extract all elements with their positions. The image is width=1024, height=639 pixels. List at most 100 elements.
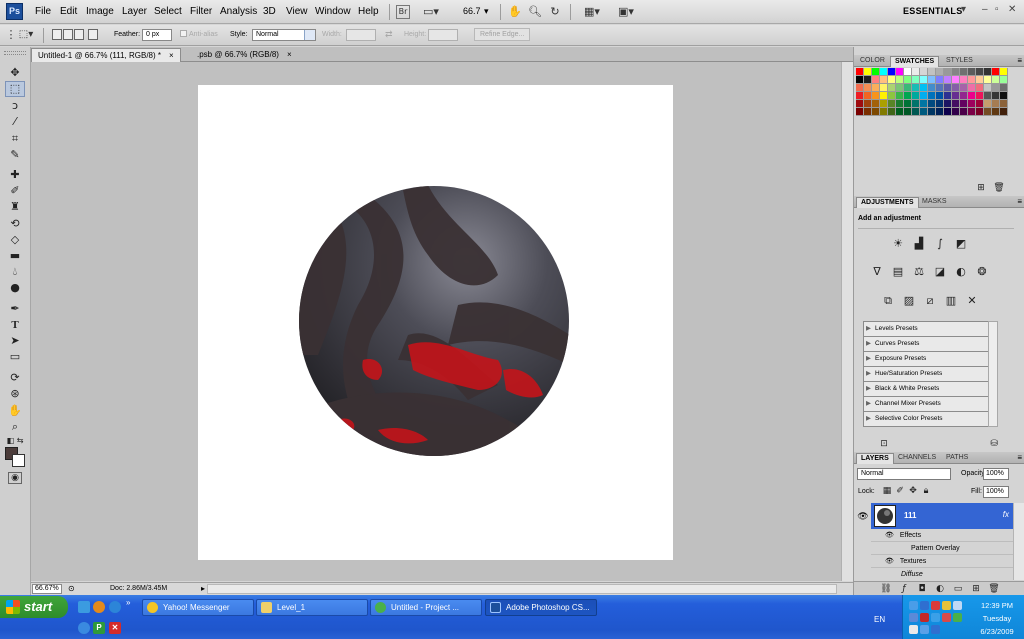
magic-wand-tool-icon[interactable]: ⁄ <box>5 114 25 130</box>
swatch-cell[interactable] <box>976 84 984 92</box>
swatch-cell[interactable] <box>936 108 944 116</box>
swatch-cell[interactable] <box>904 100 912 108</box>
swatch-cell[interactable] <box>920 68 928 76</box>
swatch-cell[interactable] <box>872 84 880 92</box>
tray-app-icon[interactable] <box>920 601 929 610</box>
new-swatch-icon[interactable]: ⊞ <box>975 182 987 194</box>
document-tab[interactable]: .psb @ 66.7% (RGB/8) × <box>191 48 298 62</box>
swatch-cell[interactable] <box>872 100 880 108</box>
opacity-input[interactable]: 100% <box>983 468 1009 480</box>
task-yahoo-messenger[interactable]: Yahoo! Messenger <box>142 599 254 616</box>
list-item[interactable]: ▶ Curves Presets <box>864 337 996 352</box>
menu-edit[interactable]: Edit <box>60 6 77 17</box>
zoom-dropdown-icon[interactable]: ▾ <box>484 6 489 17</box>
swatch-cell[interactable] <box>888 84 896 92</box>
swatch-cell[interactable] <box>984 100 992 108</box>
swatch-cell[interactable] <box>880 84 888 92</box>
swatch-cell[interactable] <box>992 100 1000 108</box>
marquee-tool-icon[interactable]: ⬚ <box>5 81 25 97</box>
swatch-cell[interactable] <box>984 84 992 92</box>
add-mask-icon[interactable]: ◘ <box>916 583 928 595</box>
menu-layer[interactable]: Layer <box>122 6 147 17</box>
blur-tool-icon[interactable]: 💧︎ <box>5 264 25 280</box>
tab-layers[interactable]: LAYERS <box>856 453 894 464</box>
swatch-cell[interactable] <box>920 76 928 84</box>
start-button[interactable]: start <box>0 596 68 618</box>
close-tab-icon[interactable]: × <box>287 50 292 59</box>
lock-all-icon[interactable]: 🔒︎ <box>920 485 932 497</box>
menu-window[interactable]: Window <box>315 6 351 17</box>
swatch-cell[interactable] <box>944 108 952 116</box>
curves-icon[interactable]: ∫ <box>932 237 948 251</box>
close-tab-icon[interactable]: × <box>169 51 174 60</box>
tab-channels[interactable]: CHANNELS <box>894 453 940 464</box>
task-photoshop[interactable]: Adobe Photoshop CS... <box>485 599 597 616</box>
swatch-cell[interactable] <box>904 92 912 100</box>
tray-update-icon[interactable] <box>909 613 918 622</box>
tray-wifi-icon[interactable] <box>920 625 929 634</box>
diffuse-row[interactable]: Diffuse <box>871 568 1013 581</box>
menu-image[interactable]: Image <box>86 6 114 17</box>
swatch-cell[interactable] <box>952 84 960 92</box>
swatch-cell[interactable] <box>944 76 952 84</box>
levels-icon[interactable]: ▟ <box>911 237 927 251</box>
swatch-cell[interactable] <box>912 108 920 116</box>
ql-app-icon[interactable]: ✕ <box>109 622 121 634</box>
swatch-cell[interactable] <box>944 84 952 92</box>
swatch-cell[interactable] <box>992 92 1000 100</box>
swatch-cell[interactable] <box>856 108 864 116</box>
swatch-cell[interactable] <box>864 68 872 76</box>
swatch-cell[interactable] <box>880 68 888 76</box>
hand-tool-icon[interactable]: ✋ <box>5 403 25 419</box>
menu-help[interactable]: Help <box>358 6 379 17</box>
swatch-cell[interactable] <box>896 108 904 116</box>
intersect-selection-icon[interactable] <box>88 29 98 40</box>
effects-visibility-icon[interactable]: 👁︎ <box>885 532 894 539</box>
ql-ie-icon[interactable] <box>109 601 121 613</box>
layer-visibility-icon[interactable]: 👁︎ <box>857 510 869 522</box>
shape-tool-icon[interactable]: ▭ <box>5 349 25 365</box>
swatch-cell[interactable] <box>856 92 864 100</box>
swatch-cell[interactable] <box>984 68 992 76</box>
new-group-icon[interactable]: ▭ <box>952 583 964 595</box>
swatch-cell[interactable] <box>928 76 936 84</box>
swatch-cell[interactable] <box>984 76 992 84</box>
swatch-cell[interactable] <box>992 84 1000 92</box>
swatch-cell[interactable] <box>952 76 960 84</box>
swatch-cell[interactable] <box>1000 108 1008 116</box>
pattern-overlay-row[interactable]: Pattern Overlay <box>871 542 1013 555</box>
selective-color-icon[interactable]: ✕ <box>964 294 980 308</box>
layer-textures-row[interactable]: 👁︎ Textures <box>871 555 1013 568</box>
task-level-1[interactable]: Level_1 <box>256 599 368 616</box>
swatch-cell[interactable] <box>976 100 984 108</box>
tab-styles[interactable]: STYLES <box>942 56 977 67</box>
style-select[interactable]: Normal <box>252 29 316 41</box>
swatch-cell[interactable] <box>1000 76 1008 84</box>
swatch-cell[interactable] <box>872 76 880 84</box>
view-extras-icon[interactable]: ▭▾ <box>420 5 442 19</box>
swatch-cell[interactable] <box>880 76 888 84</box>
swatch-cell[interactable] <box>912 84 920 92</box>
zoom-level[interactable]: 66.7 <box>463 6 481 16</box>
background-color-swatch[interactable] <box>12 454 25 467</box>
delete-layer-icon[interactable]: 🗑︎ <box>988 583 1000 595</box>
swatch-cell[interactable] <box>968 68 976 76</box>
swatch-cell[interactable] <box>856 84 864 92</box>
swatch-cell[interactable] <box>976 92 984 100</box>
swatch-cell[interactable] <box>952 100 960 108</box>
menu-file[interactable]: File <box>35 6 51 17</box>
eyedropper-tool-icon[interactable]: ✎ <box>5 147 25 163</box>
swatch-cell[interactable] <box>872 92 880 100</box>
swatch-cell[interactable] <box>976 108 984 116</box>
tray-signal-icon[interactable] <box>909 625 918 634</box>
layer-effects-row[interactable]: 👁︎ Effects <box>871 529 1013 542</box>
swatch-cell[interactable] <box>904 108 912 116</box>
pen-tool-icon[interactable]: ✒ <box>5 301 25 317</box>
height-input[interactable] <box>428 29 458 41</box>
swatch-cell[interactable] <box>864 108 872 116</box>
swatch-cell[interactable] <box>888 76 896 84</box>
photo-filter-icon[interactable]: ◐ <box>953 265 969 279</box>
swatch-cell[interactable] <box>976 76 984 84</box>
swatch-cell[interactable] <box>960 108 968 116</box>
swatch-cell[interactable] <box>968 92 976 100</box>
